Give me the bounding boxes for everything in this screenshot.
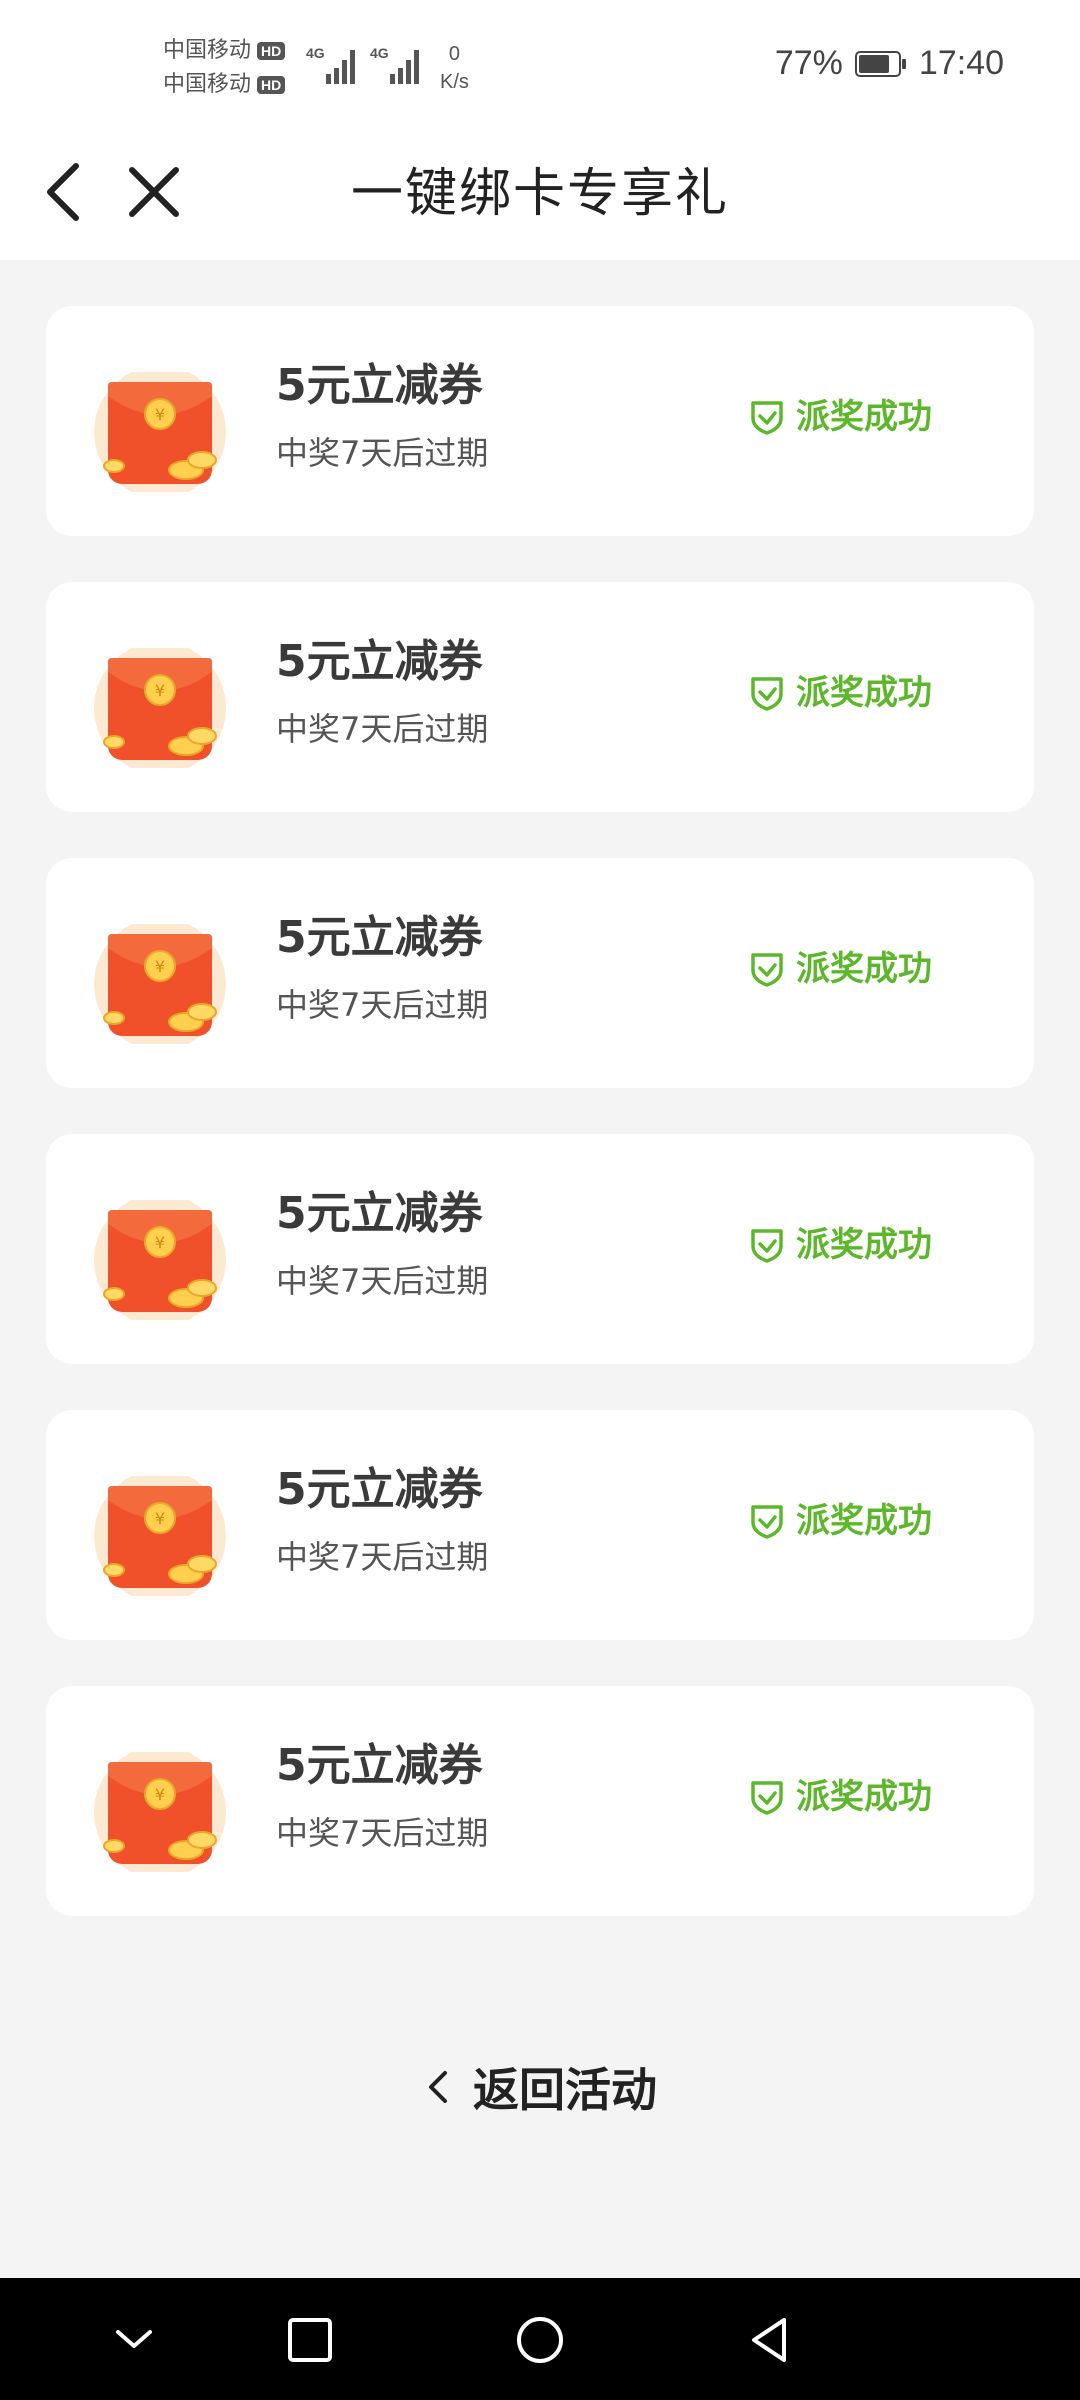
reward-expiry-note: 中奖7天后过期 (276, 434, 489, 472)
svg-text:¥: ¥ (155, 957, 165, 976)
hd-badge: HD (257, 42, 286, 60)
reward-card: ¥ 5元立减券 中奖7天后过期 派奖成功 (46, 1686, 1034, 1916)
red-envelope-icon: ¥ (94, 1200, 226, 1320)
net-type-label: 4G (370, 45, 389, 61)
reward-expiry-note: 中奖7天后过期 (276, 1814, 489, 1852)
reward-name: 5元立减券 (276, 1464, 483, 1515)
carrier-1: 中国移动 (163, 38, 252, 63)
shield-check-icon (751, 1229, 783, 1263)
reward-status-label: 派奖成功 (796, 1777, 932, 1817)
chevron-down-icon[interactable] (102, 2308, 166, 2372)
red-envelope-icon: ¥ (94, 1476, 226, 1596)
back-to-activity-label: 返回活动 (473, 2063, 657, 2117)
svg-text:¥: ¥ (155, 405, 165, 424)
status-right: 77% 17:40 (775, 44, 1004, 83)
carrier-2: 中国移动 (163, 72, 252, 97)
reward-name: 5元立减券 (276, 1740, 483, 1791)
triangle-back-icon[interactable] (738, 2308, 802, 2372)
reward-name: 5元立减券 (276, 360, 483, 411)
reward-status: 派奖成功 (748, 392, 932, 442)
red-envelope-icon: ¥ (94, 648, 226, 768)
red-envelope-icon: ¥ (94, 924, 226, 1044)
clock: 17:40 (918, 44, 1004, 82)
carrier-info: 中国移动 HD 中国移动 HD (163, 34, 286, 102)
reward-status-label: 派奖成功 (796, 1501, 932, 1541)
net-speed-unit: K/s (440, 71, 469, 93)
circle-home-icon[interactable] (508, 2308, 572, 2372)
shield-check-icon (751, 953, 783, 987)
square-icon[interactable] (278, 2308, 342, 2372)
reward-expiry-note: 中奖7天后过期 (276, 986, 489, 1024)
net-type-label: 4G (306, 45, 325, 61)
reward-card: ¥ 5元立减券 中奖7天后过期 派奖成功 (46, 1410, 1034, 1640)
reward-expiry-note: 中奖7天后过期 (276, 1262, 489, 1300)
chevron-left-icon (429, 2071, 447, 2103)
title-bar: 一键绑卡专享礼 (0, 128, 1080, 260)
reward-status: 派奖成功 (748, 1220, 932, 1270)
reward-card: ¥ 5元立减券 中奖7天后过期 派奖成功 (46, 582, 1034, 812)
shield-check-icon (751, 677, 783, 711)
signal-icon: 4G (370, 45, 419, 84)
reward-status: 派奖成功 (748, 944, 932, 994)
back-to-activity-button[interactable]: 返回活动 (0, 2054, 1080, 2120)
reward-name: 5元立减券 (276, 636, 483, 687)
reward-card: ¥ 5元立减券 中奖7天后过期 派奖成功 (46, 858, 1034, 1088)
reward-card: ¥ 5元立减券 中奖7天后过期 派奖成功 (46, 1134, 1034, 1364)
reward-card: ¥ 5元立减券 中奖7天后过期 派奖成功 (46, 306, 1034, 536)
reward-expiry-note: 中奖7天后过期 (276, 1538, 489, 1576)
svg-text:¥: ¥ (155, 1233, 165, 1252)
system-nav-bar (0, 2278, 1080, 2400)
page-title: 一键绑卡专享礼 (350, 164, 729, 224)
reward-list: ¥ 5元立减券 中奖7天后过期 派奖成功 ¥ 5元立减券 中奖7天后过期 派奖成… (46, 306, 1034, 1962)
net-speed: 0 K/s (440, 40, 469, 96)
battery-icon (854, 50, 906, 77)
reward-expiry-note: 中奖7天后过期 (276, 710, 489, 748)
shield-check-icon (751, 1781, 783, 1815)
reward-status: 派奖成功 (748, 668, 932, 718)
reward-status-label: 派奖成功 (796, 673, 932, 713)
reward-status: 派奖成功 (748, 1496, 932, 1546)
reward-name: 5元立减券 (276, 912, 483, 963)
shield-check-icon (751, 1505, 783, 1539)
shield-check-icon (751, 401, 783, 435)
hd-badge: HD (257, 76, 286, 94)
reward-status-label: 派奖成功 (796, 397, 932, 437)
net-speed-value: 0 (448, 43, 461, 65)
red-envelope-icon: ¥ (94, 372, 226, 492)
svg-text:¥: ¥ (155, 681, 165, 700)
red-envelope-icon: ¥ (94, 1752, 226, 1872)
status-bar: 中国移动 HD 中国移动 HD 4G 4G 0 K/s 77% 17:40 (0, 0, 1080, 128)
svg-text:¥: ¥ (155, 1785, 165, 1804)
signal-icon: 4G (306, 45, 355, 84)
reward-status-label: 派奖成功 (796, 949, 932, 989)
battery-percent: 77% (774, 44, 843, 82)
reward-status-label: 派奖成功 (796, 1225, 932, 1265)
reward-status: 派奖成功 (748, 1772, 932, 1822)
svg-text:¥: ¥ (155, 1509, 165, 1528)
reward-name: 5元立减券 (276, 1188, 483, 1239)
